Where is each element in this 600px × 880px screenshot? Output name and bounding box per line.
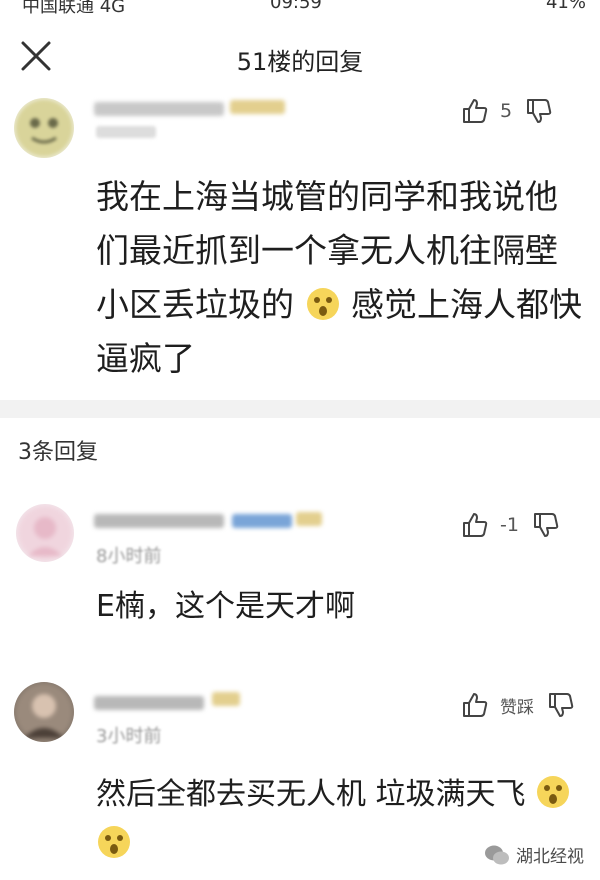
username-redacted [94, 696, 204, 710]
reply-item: 8小时前 -1 E楠，这个是天才啊 [0, 494, 600, 664]
carrier-label: 中国联通 4G [22, 0, 126, 14]
comment-text: 我在上海当城管的同学和我说他们最近抓到一个拿无人机往隔壁小区丢垃圾的 感觉上海人… [96, 170, 586, 386]
thumbs-down-icon[interactable] [524, 96, 554, 126]
reply-actions: 赞踩 [460, 690, 576, 720]
battery-label: 41% [545, 0, 586, 13]
comment-actions: 5 [460, 96, 554, 126]
user-badge-icon [230, 100, 285, 114]
username-redacted [94, 514, 224, 528]
reply-actions: -1 [460, 510, 561, 540]
page-title: 51楼的回复 [236, 48, 364, 76]
level-badge-icon [296, 512, 322, 526]
timestamp-redacted [96, 126, 156, 138]
reply-item: 3小时前 赞踩 然后全都去买无人机 垃圾满天飞 [0, 672, 600, 858]
thumbs-up-icon[interactable] [460, 96, 490, 126]
avatar[interactable] [14, 682, 74, 742]
user-badge-icon [232, 514, 292, 528]
watermark: 湖北经视 [484, 842, 584, 867]
shocked-face-emoji-icon [537, 776, 570, 808]
vote-label: 赞踩 [500, 697, 534, 718]
reply-count: 3条回复 [18, 440, 98, 465]
thumbs-up-icon[interactable] [460, 690, 490, 720]
avatar[interactable] [16, 504, 74, 562]
clock: 09:59 [270, 0, 322, 13]
header-bar: 51楼的回复 [0, 28, 600, 88]
section-divider [0, 400, 600, 418]
wechat-icon [485, 845, 509, 864]
like-count: -1 [500, 514, 519, 536]
reply-time: 3小时前 [96, 726, 162, 747]
reply-time: 8小时前 [96, 546, 162, 567]
watermark-label: 湖北经视 [516, 847, 584, 867]
thumbs-down-icon[interactable] [531, 510, 561, 540]
level-badge-icon [212, 692, 240, 706]
like-count: 5 [500, 100, 513, 122]
status-bar: 中国联通 4G 09:59 41% [0, 0, 600, 14]
shocked-face-emoji-icon [306, 288, 339, 320]
reply-text: E楠，这个是天才啊 [96, 589, 355, 624]
thumbs-down-icon[interactable] [546, 690, 576, 720]
reply-text-content: 然后全都去买无人机 垃圾满天飞 [96, 777, 526, 812]
thumbs-up-icon[interactable] [460, 510, 490, 540]
shocked-face-emoji-icon [98, 826, 130, 858]
main-comment: 5 我在上海当城管的同学和我说他们最近抓到一个拿无人机往隔壁小区丢垃圾的 感觉上… [0, 90, 600, 400]
avatar[interactable] [14, 98, 74, 158]
username-redacted [94, 102, 224, 116]
